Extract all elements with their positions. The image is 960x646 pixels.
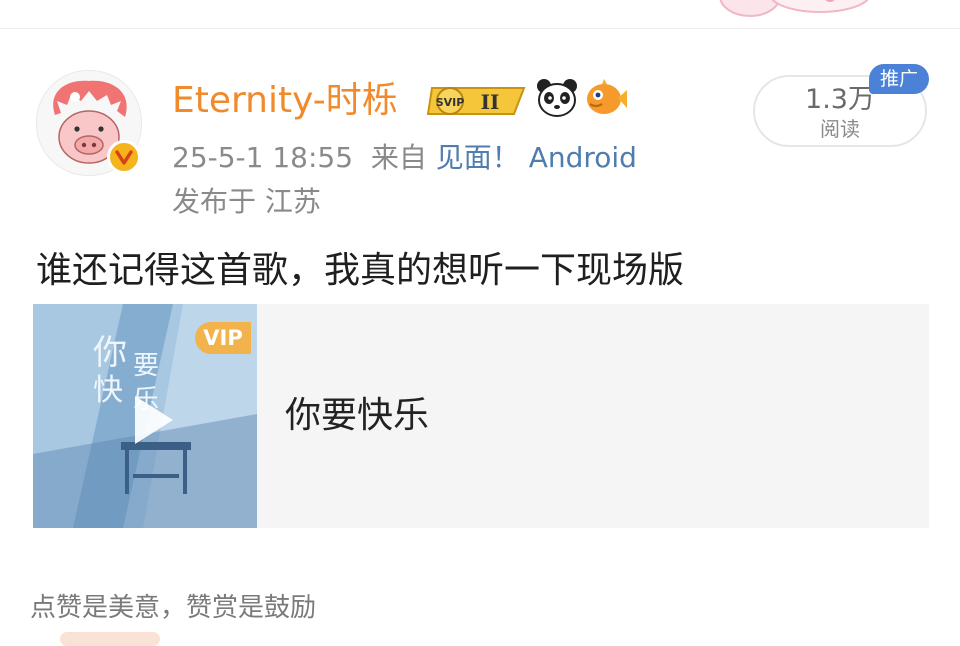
svg-text:SVIP: SVIP — [436, 96, 465, 109]
vip-badge: VIP — [195, 322, 251, 354]
username[interactable]: Eternity-时栎 — [172, 78, 398, 124]
svg-text:要: 要 — [133, 351, 159, 381]
bottom-decoration — [60, 632, 160, 646]
source-prefix: 来自 — [370, 141, 427, 174]
post-meta: 25-5-1 18:55 来自 见面！ Android — [172, 138, 637, 178]
post-text: 谁还记得这首歌，我真的想听一下现场版 — [36, 250, 685, 291]
top-divider — [0, 28, 960, 29]
panda-icon — [537, 79, 577, 117]
level-text: II — [481, 90, 500, 114]
verified-badge-icon — [107, 140, 141, 174]
cover-text: 你 — [93, 333, 127, 373]
post-location: 发布于 江苏 — [172, 185, 321, 218]
svg-text:快: 快 — [93, 373, 123, 408]
sticker-decoration — [719, 0, 869, 17]
play-icon[interactable] — [129, 392, 177, 448]
source-link[interactable]: 见面！ Android — [436, 141, 637, 174]
song-title: 你要快乐 — [285, 395, 430, 436]
pufferfish-icon — [587, 79, 627, 114]
read-label: 阅读 — [820, 117, 860, 141]
member-level-badge-icon: SVIP II — [426, 87, 526, 115]
promote-badge[interactable]: 推广 — [869, 64, 929, 94]
reward-text: 点赞是美意，赞赏是鼓励 — [30, 593, 317, 623]
music-card[interactable]: 你 要 快 乐 你要快乐 — [33, 304, 929, 528]
post-timestamp: 25-5-1 18:55 — [172, 141, 354, 174]
